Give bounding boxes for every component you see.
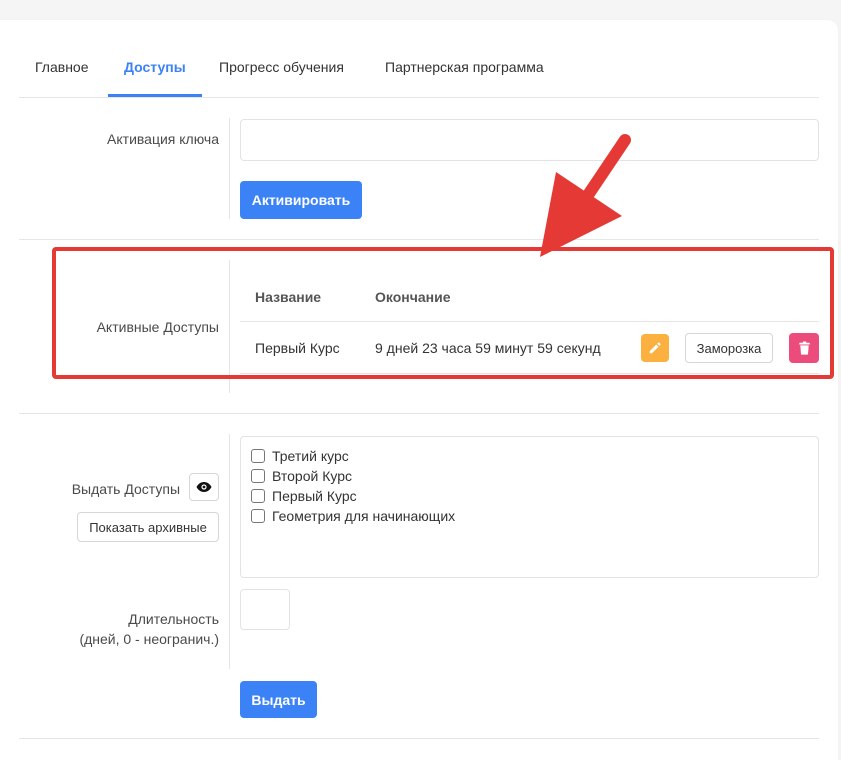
checkbox[interactable] [251, 489, 265, 503]
divider [229, 118, 230, 219]
course-option-label: Второй Курс [272, 468, 352, 484]
course-option-label: Третий курс [272, 448, 349, 464]
grant-submit-button[interactable]: Выдать [240, 681, 317, 718]
course-option[interactable]: Второй Курс [251, 468, 352, 484]
course-ends-cell: 9 дней 23 часа 59 минут 59 секунд [375, 340, 601, 356]
checkbox[interactable] [251, 449, 265, 463]
tab-progress[interactable]: Прогресс обучения [219, 59, 344, 75]
show-archived-button[interactable]: Показать архивные [77, 512, 219, 542]
activation-label: Активация ключа [107, 131, 219, 147]
tab-bar: Главное Доступы Прогресс обучения Партне… [19, 20, 819, 98]
divider [229, 260, 230, 393]
tab-partner[interactable]: Партнерская программа [385, 59, 544, 75]
duration-input[interactable] [240, 589, 290, 630]
freeze-button[interactable]: Заморозка [685, 333, 773, 363]
checkbox[interactable] [251, 469, 265, 483]
active-access-label: Активные Доступы [96, 319, 219, 335]
course-option-label: Первый Курс [272, 488, 357, 504]
active-tab-indicator [108, 94, 202, 97]
duration-hint: (дней, 0 - неогранич.) [79, 631, 219, 647]
course-option[interactable]: Третий курс [251, 448, 349, 464]
divider [19, 413, 819, 414]
course-option[interactable]: Первый Курс [251, 488, 357, 504]
divider [19, 738, 819, 739]
activation-key-input[interactable] [240, 119, 819, 161]
divider [229, 434, 230, 669]
tab-access[interactable]: Доступы [124, 59, 186, 75]
pencil-icon [649, 342, 661, 354]
course-option[interactable]: Геометрия для начинающих [251, 508, 455, 524]
duration-label: Длительность [128, 611, 219, 627]
grant-access-label: Выдать Доступы [71, 481, 180, 497]
column-header-name: Название [255, 289, 322, 305]
checkbox[interactable] [251, 509, 265, 523]
toggle-preview-button[interactable] [189, 473, 219, 501]
trash-icon [798, 341, 810, 355]
column-header-ends: Окончание [375, 289, 451, 305]
activate-button[interactable]: Активировать [240, 181, 362, 219]
table-header-divider [240, 321, 819, 322]
edit-button[interactable] [641, 334, 669, 362]
course-option-label: Геометрия для начинающих [272, 508, 456, 524]
divider [19, 239, 819, 240]
course-name-cell: Первый Курс [255, 340, 340, 356]
table-row-divider [240, 373, 819, 374]
delete-button[interactable] [789, 333, 819, 363]
tab-main[interactable]: Главное [35, 59, 89, 75]
eye-icon [196, 482, 212, 492]
